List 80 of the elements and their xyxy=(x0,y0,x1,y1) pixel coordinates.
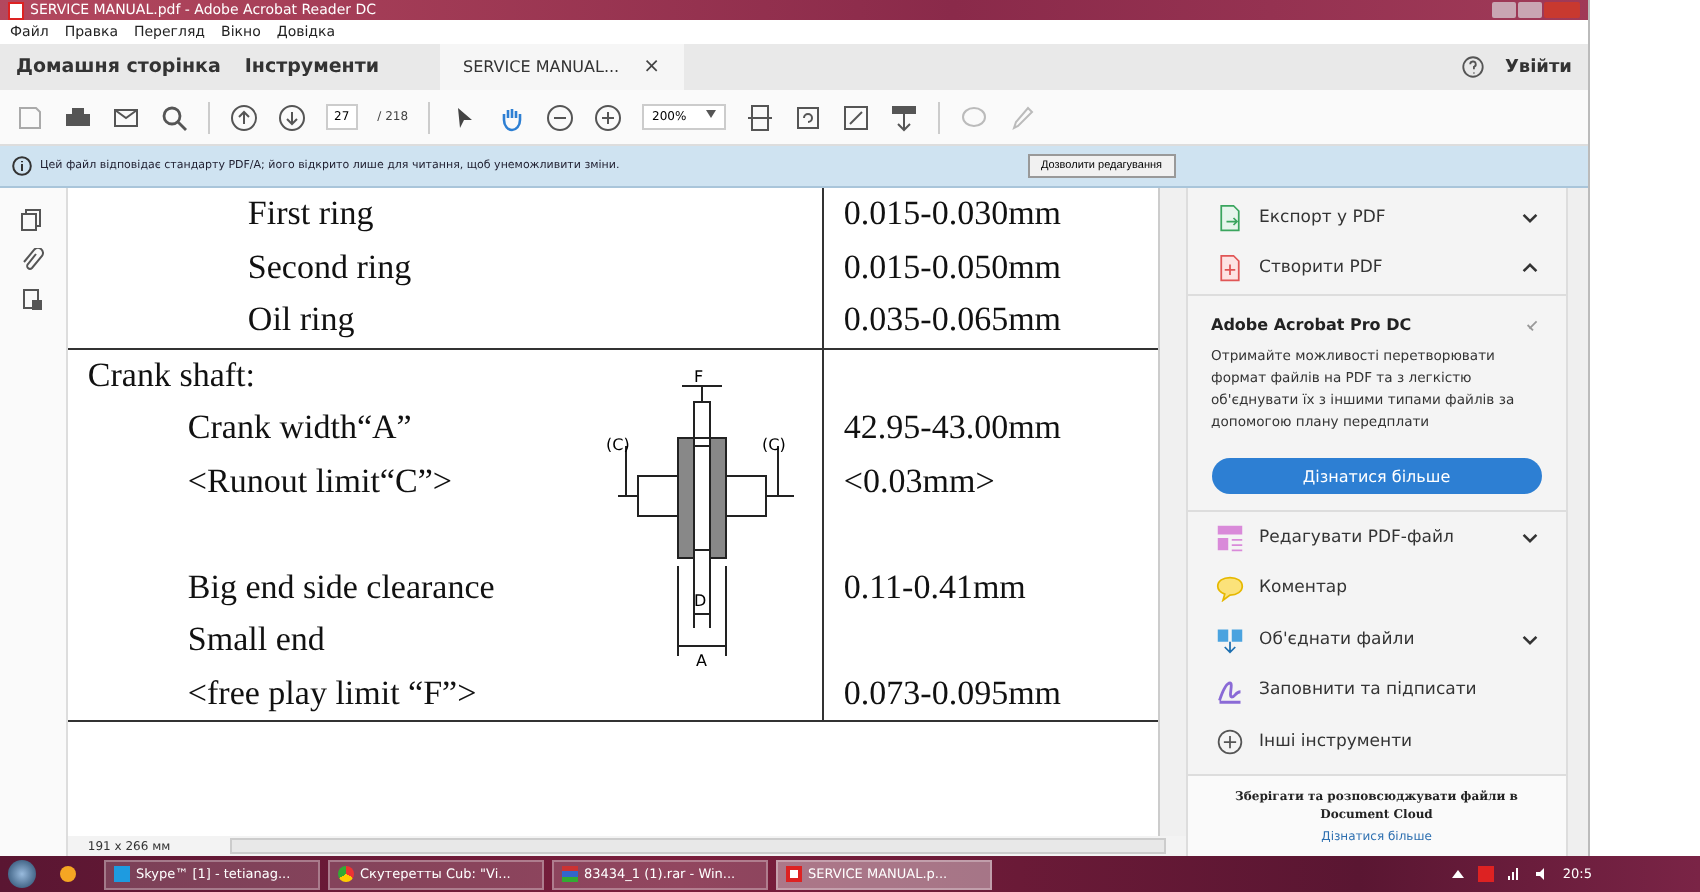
hand-icon[interactable] xyxy=(498,103,527,131)
diagram-label: (C) xyxy=(761,435,786,453)
info-icon xyxy=(12,156,32,176)
tool-label[interactable]: Заповнити та підписати xyxy=(1259,680,1539,701)
edit-layout-icon xyxy=(1215,523,1244,552)
vertical-scrollbar[interactable] xyxy=(1157,188,1186,836)
tool-item[interactable]: Коментар xyxy=(1187,563,1567,614)
combine-files-icon xyxy=(1215,625,1244,654)
tool-label[interactable]: Об'єднати файли xyxy=(1259,629,1507,650)
tool-item[interactable]: Заповнити та підписати xyxy=(1187,665,1567,716)
full-screen-icon[interactable] xyxy=(842,103,871,131)
tab[interactable]: SERVICE MANUAL... × xyxy=(439,44,684,90)
tab[interactable]: Домашня сторінка xyxy=(16,44,245,90)
tool-item[interactable]: Об'єднати файли xyxy=(1187,614,1567,665)
spec-label: Second ring xyxy=(245,245,414,290)
crankshaft-drawing: F (C) (C) D A xyxy=(601,365,802,665)
download-icon[interactable] xyxy=(890,103,919,131)
spec-value: <0.03mm> xyxy=(843,459,997,503)
browser-logo-icon xyxy=(338,866,354,882)
tool-item[interactable]: Редагувати PDF-файл xyxy=(1187,512,1567,563)
skype-logo-icon xyxy=(114,866,130,882)
pdf-file-icon xyxy=(786,866,802,882)
archive-icon xyxy=(562,866,578,882)
spec-label: Small end xyxy=(185,618,327,662)
promo-title: Adobe Acrobat Pro DC xyxy=(1211,316,1412,334)
speech-bubble-icon xyxy=(1215,574,1244,603)
arrow-up-circle-icon[interactable] xyxy=(230,103,258,131)
signature-pen-icon xyxy=(1215,676,1244,705)
zoom-in-icon[interactable] xyxy=(594,103,623,131)
tool-label[interactable]: Редагувати PDF-файл xyxy=(1259,527,1507,548)
start-button[interactable] xyxy=(8,860,36,888)
chevron-down-icon[interactable] xyxy=(1522,211,1539,224)
zoom-out-icon[interactable] xyxy=(546,103,575,131)
chevron-down-icon[interactable] xyxy=(1522,531,1539,544)
close-tab-icon[interactable]: × xyxy=(643,56,660,78)
help-icon[interactable] xyxy=(1462,56,1485,78)
tool-label[interactable]: Експорт у PDF xyxy=(1259,207,1507,228)
arrow-down-circle-icon[interactable] xyxy=(278,103,306,131)
spec-value: 0.073-0.095mm xyxy=(843,671,1064,715)
fit-page-icon[interactable] xyxy=(746,103,775,131)
spec-label: Big end side clearance xyxy=(185,565,497,610)
mail-icon[interactable] xyxy=(112,103,140,131)
spec-value: 0.015-0.030mm xyxy=(843,192,1064,236)
lock-document-icon[interactable] xyxy=(20,288,45,312)
tool-label[interactable]: Коментар xyxy=(1259,578,1539,599)
caret-icon xyxy=(706,110,717,118)
diagram-label: (C) xyxy=(605,435,630,453)
search-icon[interactable] xyxy=(160,103,188,131)
spec-label: <Runout limit“C”> xyxy=(185,459,454,503)
spec-label: First ring xyxy=(245,192,376,236)
sign-in-link[interactable]: Увійти xyxy=(1504,57,1572,77)
document-plus-icon xyxy=(1215,254,1244,283)
tool-label[interactable]: Створити PDF xyxy=(1259,258,1507,279)
tab[interactable]: Інструменти xyxy=(244,44,404,90)
spec-value: 0.11-0.41mm xyxy=(843,565,1028,609)
learn-more-button[interactable]: Дізнатися більше xyxy=(1211,458,1543,494)
tool-item[interactable]: Створити PDF xyxy=(1187,243,1567,294)
plus-circle-icon xyxy=(1215,727,1244,756)
document-export-icon xyxy=(1215,203,1244,232)
tool-label[interactable]: Інші інструменти xyxy=(1259,731,1539,752)
spec-value: 42.95-43.00mm xyxy=(843,406,1064,450)
spec-value: 0.015-0.050mm xyxy=(843,245,1064,289)
pinned-app-icon[interactable] xyxy=(60,866,76,882)
panel-scrollbar[interactable] xyxy=(1566,188,1588,856)
chevron-up-icon[interactable] xyxy=(1522,262,1539,275)
horizontal-scrollbar[interactable] xyxy=(230,838,1166,854)
tray-arrow-icon[interactable] xyxy=(1450,866,1467,882)
paperclip-icon[interactable] xyxy=(20,248,45,272)
pages-icon[interactable] xyxy=(20,208,45,232)
tool-item[interactable]: Інші інструменти xyxy=(1187,716,1567,767)
rotate-icon[interactable] xyxy=(794,103,823,131)
signal-icon[interactable] xyxy=(1506,866,1523,882)
spec-label: Oil ring xyxy=(245,298,357,342)
print-icon[interactable] xyxy=(64,103,92,131)
section-heading: Crank shaft: xyxy=(85,353,257,397)
tool-item[interactable]: Експорт у PDF xyxy=(1187,192,1567,243)
chevron-down-icon[interactable] xyxy=(1522,633,1539,646)
spec-value: 0.035-0.065mm xyxy=(843,298,1064,342)
spec-label: Crank width“A” xyxy=(185,406,414,450)
spec-label: <free play limit “F”> xyxy=(185,671,479,716)
